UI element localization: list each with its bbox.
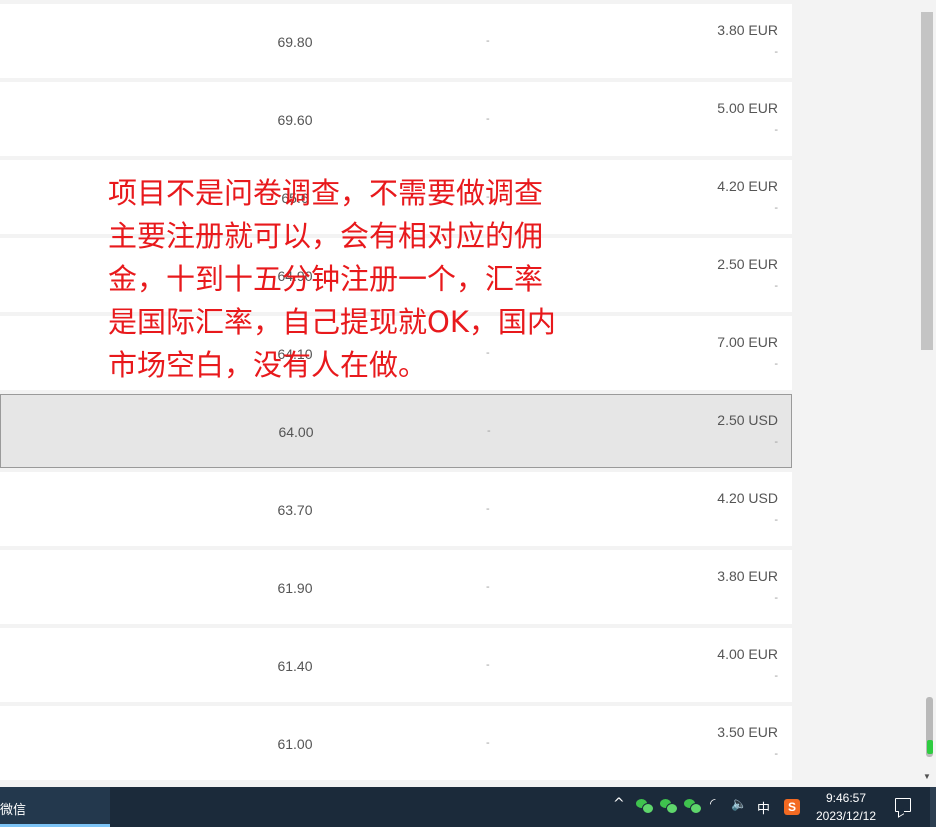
row-placeholder-dash: - (486, 737, 490, 749)
row-placeholder-dash: - (486, 503, 490, 515)
row-placeholder-dash: - (486, 113, 490, 125)
windows-taskbar: 微信 ^ ◜ 🔈 中 S 9:46:57 2023/12/12 (0, 787, 936, 827)
wechat-tray-icon[interactable] (684, 799, 702, 814)
scrollbar-thumb[interactable] (921, 12, 933, 350)
show-desktop-button[interactable] (930, 787, 936, 827)
sogou-ime-icon[interactable]: S (784, 799, 800, 815)
volume-icon[interactable]: 🔈 (731, 797, 747, 812)
overlay-line: 主要注册就可以，会有相对应的佣 (108, 219, 544, 253)
ime-language-indicator[interactable]: 中 (757, 798, 770, 817)
right-gutter (792, 0, 918, 787)
scroll-down-arrow-icon[interactable]: ▼ (921, 771, 933, 783)
taskbar-app-wechat[interactable]: 微信 (0, 787, 110, 827)
taskbar-app-label: 微信 (0, 803, 27, 818)
overlay-line: 项目不是问卷调查，不需要做调查 (108, 176, 544, 210)
row-price: 4.20 EUR (717, 178, 778, 194)
row-price: 2.50 EUR (717, 256, 778, 272)
row-price-sub: - (774, 592, 778, 604)
row-score: 61.40 (277, 658, 313, 674)
table-row[interactable]: 63.70 - 4.20 USD - (0, 472, 792, 546)
row-price-sub: - (774, 124, 778, 136)
row-price: 2.50 USD (717, 412, 778, 428)
row-placeholder-dash: - (487, 425, 491, 437)
row-score: 64.00 (278, 424, 314, 440)
table-row[interactable]: 64.00 - 2.50 USD - (0, 394, 792, 468)
row-score: 61.90 (277, 580, 313, 596)
table-row[interactable]: 61.00 - 3.50 EUR - (0, 706, 792, 780)
network-wifi-icon[interactable]: ◜ (710, 796, 715, 812)
notification-center-icon[interactable] (895, 798, 911, 812)
wechat-tray-icon[interactable] (660, 799, 678, 814)
scroll-status-indicator (927, 740, 933, 754)
clock-time[interactable]: 9:46:57 (812, 791, 880, 805)
row-price-sub: - (774, 202, 778, 214)
row-score: 69.80 (277, 34, 313, 50)
row-price-sub: - (774, 748, 778, 760)
row-price: 5.00 EUR (717, 100, 778, 116)
row-placeholder-dash: - (486, 35, 490, 47)
row-price: 3.50 EUR (717, 724, 778, 740)
table-row[interactable]: 61.90 - 3.80 EUR - (0, 550, 792, 624)
row-price-sub: - (774, 670, 778, 682)
row-price-sub: - (774, 46, 778, 58)
row-price: 7.00 EUR (717, 334, 778, 350)
row-score: 69.60 (277, 112, 313, 128)
overlay-line: 金，十到十五分钟注册一个，汇率 (108, 262, 544, 296)
table-row[interactable]: 61.40 - 4.00 EUR - (0, 628, 792, 702)
row-price-sub: - (774, 280, 778, 292)
clock-date[interactable]: 2023/12/12 (808, 809, 884, 823)
row-price: 3.80 EUR (717, 568, 778, 584)
wechat-tray-icon[interactable] (636, 799, 654, 814)
show-hidden-icons-chevron-icon[interactable]: ^ (613, 796, 625, 812)
overlay-line: 市场空白，没有人在做。 (108, 348, 428, 382)
row-score: 63.70 (277, 502, 313, 518)
row-price: 4.20 USD (717, 490, 778, 506)
row-price-sub: - (774, 436, 778, 448)
row-price-sub: - (774, 358, 778, 370)
results-viewport: 69.80-3.80 EUR -69.60-5.00 EUR -65.6-4.20 … (0, 0, 936, 787)
table-row[interactable]: 69.60 - 5.00 EUR - (0, 82, 792, 156)
overlay-line: 是国际汇率，自己提现就OK，国内 (108, 305, 556, 339)
row-placeholder-dash: - (486, 659, 490, 671)
row-price: 3.80 EUR (717, 22, 778, 38)
row-price-sub: - (774, 514, 778, 526)
overlay-annotation-text: 项目不是问卷调查，不需要做调查 主要注册就可以，会有相对应的佣 金，十到十五分钟… (108, 172, 618, 387)
row-score: 61.00 (277, 736, 313, 752)
table-row[interactable]: 69.80 - 3.80 EUR - (0, 4, 792, 78)
row-placeholder-dash: - (486, 581, 490, 593)
row-price: 4.00 EUR (717, 646, 778, 662)
